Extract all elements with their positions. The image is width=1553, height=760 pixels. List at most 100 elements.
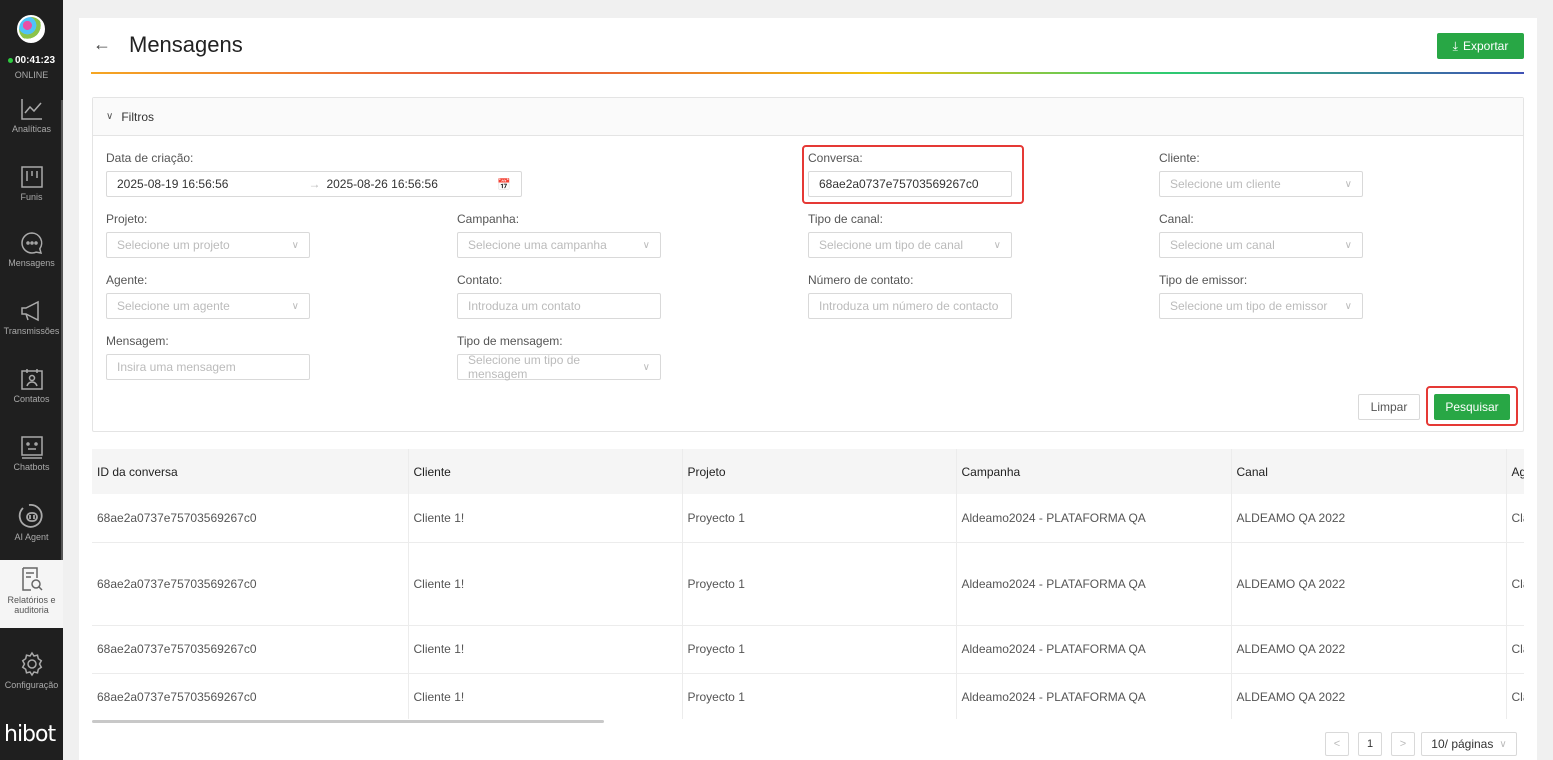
sidebar-item-chatbots[interactable]: Chatbots [0,434,63,472]
column-header[interactable]: Campanha [956,449,1232,494]
table-cell: Proyecto 1 [682,542,957,626]
sidebar-item-analiticas[interactable]: Analíticas [0,96,63,134]
chevron-right-icon: > [1399,738,1407,750]
tipo-emissor-select[interactable]: Selecione um tipo de emissor ∨ [1159,293,1363,319]
contato-input[interactable]: Introduza um contato [457,293,661,319]
sidebar-item-configuracao[interactable]: Configuração [0,650,63,690]
chevron-down-icon: ∨ [993,239,1001,251]
chevron-down-icon: ∨ [1344,239,1352,251]
table-cell: 68ae2a0737e75703569267c0 [92,673,409,719]
chevron-down-icon: ∨ [1499,738,1507,750]
calendar-icon: 📅 [497,178,511,191]
page-number-button[interactable]: 1 [1358,732,1382,756]
column-header[interactable]: Ag [1506,449,1524,494]
tipo-emissor-label: Tipo de emissor: [1159,273,1248,287]
table-row[interactable]: 68ae2a0737e75703569267c0 Cliente 1! Proy… [92,494,1524,543]
table-cell: 68ae2a0737e75703569267c0 [92,542,409,626]
table-cell: Cliente 1! [408,625,683,674]
canal-filter: Canal: Selecione um canal ∨ [1159,212,1363,258]
agente-select[interactable]: Selecione um agente ∨ [106,293,310,319]
table-cell: ALDEAMO QA 2022 [1231,542,1507,626]
session-timer: 00:41:23 [0,55,63,66]
hibot-logo: hibot [4,722,56,747]
table-cell: ALDEAMO QA 2022 [1231,625,1507,674]
page-title: Mensagens [129,32,243,57]
table-cell: Proyecto 1 [682,625,957,674]
date-range-picker[interactable]: 2025-08-19 16:56:56 → 2025-08-26 16:56:5… [106,171,522,197]
sidebar-item-funis[interactable]: Funis [0,164,63,202]
table-cell: ALDEAMO QA 2022 [1231,494,1507,543]
projeto-filter: Projeto: Selecione um projeto ∨ [106,212,310,258]
chevron-down-icon: ∨ [291,239,299,251]
tipo-canal-filter: Tipo de canal: Selecione um tipo de cana… [808,212,1012,258]
chevron-down-icon: ∨ [642,361,650,373]
robot-icon [20,436,43,459]
prev-page-button[interactable]: < [1325,732,1349,756]
kanban-icon [20,166,43,188]
projeto-label: Projeto: [106,212,148,226]
sidebar-item-mensagens[interactable]: Mensagens [0,230,63,268]
date-start[interactable]: 2025-08-19 16:56:56 [117,177,228,191]
page-size-select[interactable]: 10/ páginas ∨ [1421,732,1517,756]
contato-label: Contato: [457,273,503,287]
table-cell: Aldeamo2024 - PLATAFORMA QA [956,625,1232,674]
date-end[interactable]: 2025-08-26 16:56:56 [326,177,437,191]
table-cell: 68ae2a0737e75703569267c0 [92,494,409,543]
next-page-button[interactable]: > [1391,732,1415,756]
chevron-down-icon: ∨ [1344,300,1352,312]
filters-toggle[interactable]: ∨ Filtros [93,98,1523,136]
sidebar: 00:41:23 ONLINE Analíticas Funis Mensage… [0,0,63,760]
user-avatar[interactable] [17,15,45,43]
mensagem-input[interactable]: Insira uma mensagem [106,354,310,380]
date-label: Data de criação: [106,151,194,165]
projeto-select[interactable]: Selecione um projeto ∨ [106,232,310,258]
cliente-select[interactable]: Selecione um cliente ∨ [1159,171,1363,197]
chevron-down-icon: ∨ [291,300,299,312]
chat-bubble-icon [20,232,42,254]
sidebar-item-transmissoes[interactable]: Transmissões [0,298,63,336]
clear-button[interactable]: Limpar [1358,394,1420,420]
pagination: < 1 > 10/ páginas ∨ [79,732,1537,756]
tipo-canal-select[interactable]: Selecione um tipo de canal ∨ [808,232,1012,258]
tipo-mensagem-select[interactable]: Selecione um tipo de mensagem ∨ [457,353,661,381]
chevron-down-icon: ∨ [642,239,650,251]
back-arrow-icon[interactable]: ← [93,34,111,55]
tipo-emissor-filter: Tipo de emissor: Selecione um tipo de em… [1159,273,1363,319]
mensagem-label: Mensagem: [106,334,169,348]
arrow-right-icon: → [308,177,321,191]
mensagem-filter: Mensagem: Insira uma mensagem [106,334,310,380]
column-header[interactable]: Cliente [408,449,683,494]
campanha-select[interactable]: Selecione uma campanha ∨ [457,232,661,258]
chevron-left-icon: < [1333,738,1341,750]
export-button[interactable]: ⤓ Exportar [1437,33,1524,59]
cliente-label: Cliente: [1159,151,1200,165]
table-row[interactable]: 68ae2a0737e75703569267c0 Cliente 1! Proy… [92,542,1524,626]
table-cell: Aldeamo2024 - PLATAFORMA QA [956,673,1232,719]
column-header[interactable]: ID da conversa [92,449,409,494]
table-header-row: ID da conversa Cliente Projeto Campanha … [92,449,1524,494]
contato-filter: Contato: Introduza um contato [457,273,661,319]
table-horizontal-scrollbar[interactable] [92,720,604,723]
table-cell: Proyecto 1 [682,673,957,719]
agente-label: Agente: [106,273,148,287]
tipo-mensagem-filter: Tipo de mensagem: Selecione um tipo de m… [457,334,661,381]
chevron-down-icon: ∨ [106,111,114,122]
column-header[interactable]: Canal [1231,449,1507,494]
sidebar-scrollbar[interactable] [61,100,63,560]
table-cell: Cliente 1! [408,494,683,543]
table-cell: Cliente 1! [408,542,683,626]
sidebar-item-relatorios[interactable]: Relatórios e auditoria [0,560,63,628]
sidebar-item-ai-agent[interactable]: AI Agent [0,502,63,542]
ai-agent-icon [18,504,43,528]
chevron-down-icon: ∨ [1344,178,1352,190]
table-cell: 68ae2a0737e75703569267c0 [92,625,409,674]
megaphone-icon [20,300,39,322]
table-cell: ALDEAMO QA 2022 [1231,673,1507,719]
sidebar-item-contatos[interactable]: Contatos [0,366,63,404]
numero-contato-input[interactable]: Introduza um número de contacto [808,293,1012,319]
table-row[interactable]: 68ae2a0737e75703569267c0 Cliente 1! Proy… [92,625,1524,674]
canal-select[interactable]: Selecione um canal ∨ [1159,232,1363,258]
column-header[interactable]: Projeto [682,449,957,494]
table-row[interactable]: 68ae2a0737e75703569267c0 Cliente 1! Proy… [92,673,1524,719]
campanha-filter: Campanha: Selecione uma campanha ∨ [457,212,661,258]
